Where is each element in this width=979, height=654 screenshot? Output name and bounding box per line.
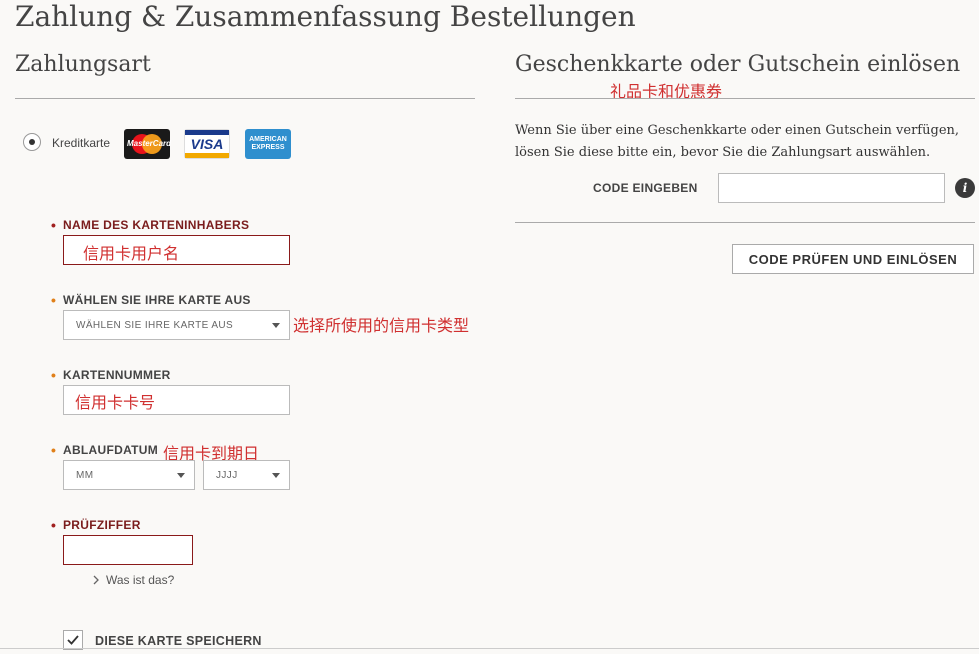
card-holder-annotation: 信用卡用户名 bbox=[83, 246, 180, 263]
payment-section-title: Zahlungsart bbox=[15, 52, 151, 77]
expiry-label: ABLAUFDATUM bbox=[63, 443, 159, 457]
chevron-down-icon bbox=[177, 473, 185, 478]
card-type-annotation: 选择所使用的信用卡类型 bbox=[293, 318, 470, 335]
checkmark-icon bbox=[67, 635, 79, 645]
page-title: Zahlung & Zusammenfassung Bestellungen bbox=[15, 0, 636, 33]
optional-bullet: • bbox=[51, 367, 56, 383]
card-number-label: KARTENNUMMER bbox=[63, 368, 171, 382]
save-card-label: DIESE KARTE SPEICHERN bbox=[95, 634, 262, 648]
code-input[interactable] bbox=[718, 173, 945, 203]
save-card-checkbox[interactable] bbox=[63, 630, 83, 650]
code-label: CODE EINGEBEN bbox=[593, 181, 698, 195]
card-holder-label: NAME DES KARTENINHABERS bbox=[63, 218, 250, 232]
chevron-down-icon bbox=[272, 473, 280, 478]
card-type-select[interactable]: WÄHLEN SIE IHRE KARTE AUS bbox=[63, 310, 290, 340]
required-bullet: • bbox=[51, 217, 56, 233]
visa-logo: VISA bbox=[184, 129, 230, 159]
gift-section-title: Geschenkkarte oder Gutschein einlösen bbox=[515, 52, 961, 77]
radio-dot-icon bbox=[29, 139, 35, 145]
cvv-input[interactable] bbox=[63, 535, 193, 565]
cvv-label: PRÜFZIFFER bbox=[63, 518, 141, 532]
mastercard-logo: MasterCard bbox=[124, 129, 171, 159]
card-number-annotation: 信用卡卡号 bbox=[75, 395, 156, 412]
card-type-label: WÄHLEN SIE IHRE KARTE AUS bbox=[63, 293, 251, 307]
required-bullet: • bbox=[51, 517, 56, 533]
gift-divider bbox=[515, 98, 975, 99]
redeem-code-button[interactable]: CODE PRÜFEN UND EINLÖSEN bbox=[732, 244, 974, 274]
optional-bullet: • bbox=[51, 442, 56, 458]
chevron-down-icon bbox=[272, 323, 280, 328]
optional-bullet: • bbox=[51, 292, 56, 308]
cvv-help-link[interactable]: Was ist das? bbox=[93, 573, 174, 587]
chevron-right-icon bbox=[93, 575, 99, 585]
credit-card-radio[interactable] bbox=[23, 133, 41, 151]
amex-logo: AMERICAN EXPRESS bbox=[245, 129, 291, 159]
info-icon[interactable]: i bbox=[955, 178, 975, 198]
payment-divider bbox=[15, 98, 475, 99]
expiry-year-select[interactable]: JJJJ bbox=[203, 460, 290, 490]
gift-description: Wenn Sie über eine Geschenkkarte oder ei… bbox=[515, 123, 960, 160]
credit-card-label: Kreditkarte bbox=[52, 136, 111, 150]
gift-bottom-divider bbox=[515, 222, 975, 223]
expiry-month-select[interactable]: MM bbox=[63, 460, 195, 490]
bottom-divider bbox=[0, 648, 979, 649]
